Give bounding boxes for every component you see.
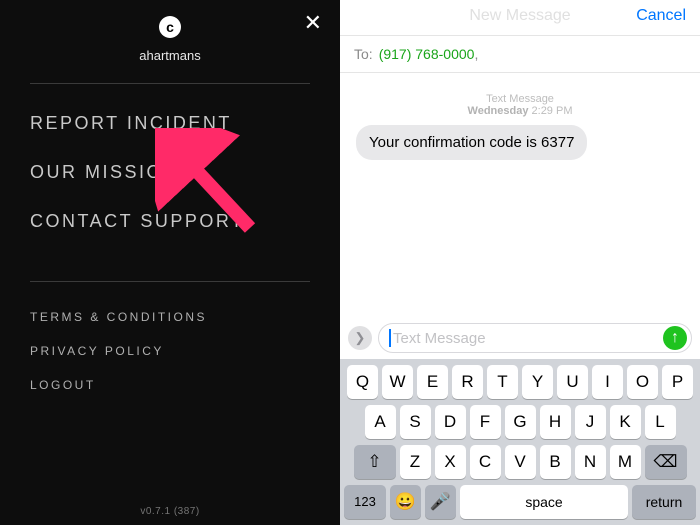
- menu-privacy[interactable]: PRIVACY POLICY: [30, 334, 310, 368]
- keyboard: Q W E R T Y U I O P A S D F G H J K L ⇧ …: [340, 359, 700, 525]
- send-button[interactable]: ↑: [663, 326, 687, 350]
- key-f[interactable]: F: [470, 405, 501, 439]
- expand-apps-icon[interactable]: ❯: [348, 326, 372, 350]
- key-z[interactable]: Z: [400, 445, 431, 479]
- cancel-button[interactable]: Cancel: [636, 7, 686, 25]
- menu-report-incident[interactable]: REPORT INCIDENT: [30, 99, 310, 148]
- menu-logout[interactable]: LOGOUT: [30, 368, 310, 402]
- key-t[interactable]: T: [487, 365, 518, 399]
- key-m[interactable]: M: [610, 445, 641, 479]
- stamp-time: 2:29 PM: [532, 105, 573, 117]
- key-n[interactable]: N: [575, 445, 606, 479]
- key-u[interactable]: U: [557, 365, 588, 399]
- message-bubble: Your confirmation code is 6377: [356, 125, 587, 160]
- key-y[interactable]: Y: [522, 365, 553, 399]
- app-logo-row: c: [30, 16, 310, 38]
- key-r[interactable]: R: [452, 365, 483, 399]
- key-s[interactable]: S: [400, 405, 431, 439]
- username-label: ahartmans: [30, 48, 310, 63]
- version-label: v0.7.1 (387): [0, 506, 340, 517]
- app-side-menu: ✕ c ahartmans REPORT INCIDENT OUR MISSIO…: [0, 0, 340, 525]
- timestamp: Text Message Wednesday 2:29 PM: [340, 93, 700, 117]
- navbar: New Message Cancel: [340, 0, 700, 36]
- key-mic[interactable]: 🎤: [425, 485, 456, 519]
- to-comma: ,: [474, 46, 478, 62]
- key-v[interactable]: V: [505, 445, 536, 479]
- key-emoji[interactable]: 😀: [390, 485, 421, 519]
- key-w[interactable]: W: [382, 365, 413, 399]
- kb-row-1: Q W E R T Y U I O P: [344, 365, 696, 399]
- key-backspace[interactable]: ⌫: [645, 445, 687, 479]
- key-return[interactable]: return: [632, 485, 696, 519]
- key-d[interactable]: D: [435, 405, 466, 439]
- secondary-menu: TERMS & CONDITIONS PRIVACY POLICY LOGOUT: [30, 282, 310, 420]
- text-cursor-icon: [389, 329, 391, 347]
- key-i[interactable]: I: [592, 365, 623, 399]
- stamp-line1: Text Message: [340, 93, 700, 105]
- key-shift[interactable]: ⇧: [354, 445, 396, 479]
- menu-terms[interactable]: TERMS & CONDITIONS: [30, 300, 310, 334]
- key-o[interactable]: O: [627, 365, 658, 399]
- key-x[interactable]: X: [435, 445, 466, 479]
- key-numbers[interactable]: 123: [344, 485, 386, 519]
- key-p[interactable]: P: [662, 365, 693, 399]
- to-field[interactable]: To: (917) 768-0000 ,: [340, 36, 700, 73]
- key-k[interactable]: K: [610, 405, 641, 439]
- key-h[interactable]: H: [540, 405, 571, 439]
- kb-row-2: A S D F G H J K L: [344, 405, 696, 439]
- menu-our-mission[interactable]: OUR MISSION: [30, 148, 310, 197]
- key-c[interactable]: C: [470, 445, 501, 479]
- main-menu: REPORT INCIDENT OUR MISSION CONTACT SUPP…: [30, 84, 310, 261]
- key-a[interactable]: A: [365, 405, 396, 439]
- key-b[interactable]: B: [540, 445, 571, 479]
- app-logo-icon: c: [159, 16, 181, 38]
- messages-screen: New Message Cancel To: (917) 768-0000 , …: [340, 0, 700, 525]
- key-j[interactable]: J: [575, 405, 606, 439]
- key-q[interactable]: Q: [347, 365, 378, 399]
- message-input[interactable]: Text Message ↑: [378, 323, 692, 353]
- stamp-day: Wednesday: [468, 105, 529, 117]
- key-e[interactable]: E: [417, 365, 448, 399]
- app-logo-letter: c: [166, 19, 174, 35]
- input-bar: ❯ Text Message ↑: [340, 317, 700, 359]
- input-placeholder: Text Message: [393, 330, 663, 347]
- key-l[interactable]: L: [645, 405, 676, 439]
- spacer: [340, 160, 700, 317]
- send-icon: ↑: [671, 329, 679, 347]
- to-number: (917) 768-0000: [379, 46, 475, 62]
- key-g[interactable]: G: [505, 405, 536, 439]
- close-icon[interactable]: ✕: [304, 10, 322, 36]
- kb-row-3: ⇧ Z X C V B N M ⌫: [344, 445, 696, 479]
- kb-row-4: 123 😀 🎤 space return: [344, 485, 696, 519]
- key-space[interactable]: space: [460, 485, 628, 519]
- menu-contact-support[interactable]: CONTACT SUPPORT: [30, 197, 310, 246]
- to-label: To:: [354, 46, 373, 62]
